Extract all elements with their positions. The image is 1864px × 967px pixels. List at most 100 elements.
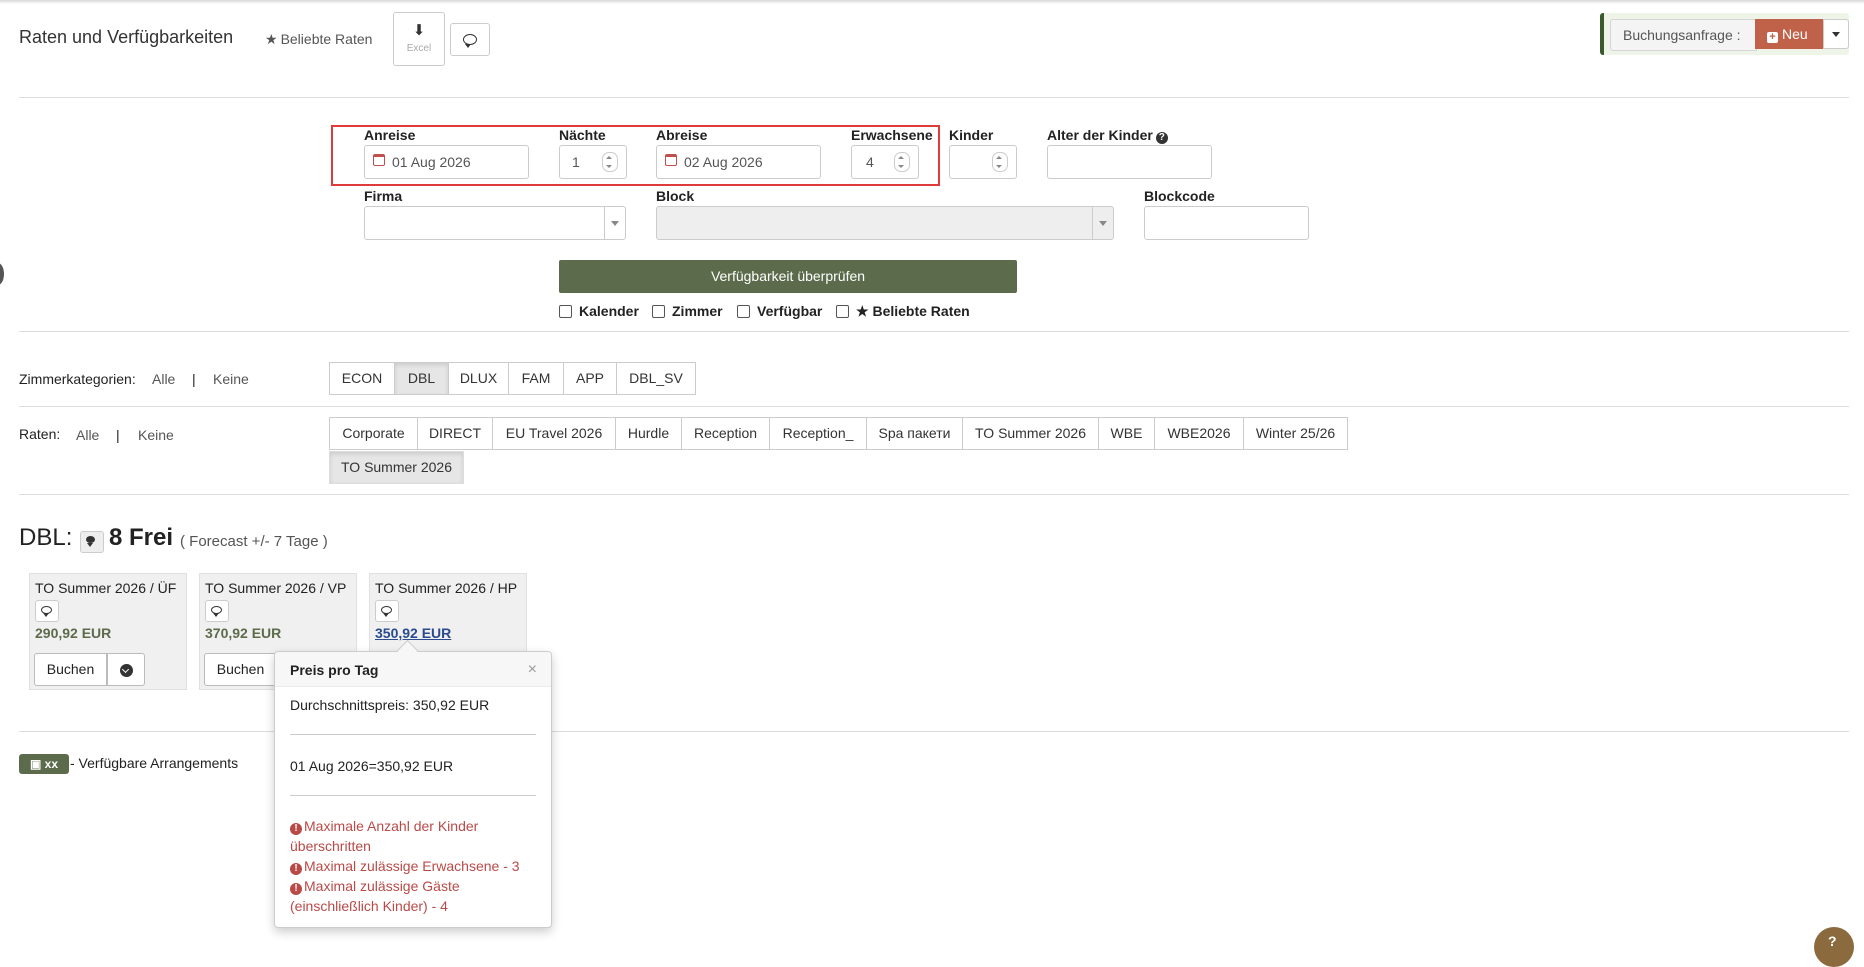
spinner-icon[interactable] [992, 152, 1008, 172]
chevron-circle-down-icon [120, 664, 133, 677]
rate-eu-travel-2026[interactable]: EU Travel 2026 [492, 417, 616, 450]
block-select[interactable] [656, 206, 1114, 240]
children-age-input[interactable] [1047, 145, 1212, 179]
room-category-econ[interactable]: ECON [329, 362, 395, 395]
room-category-app[interactable]: APP [563, 362, 617, 395]
rate-card-price: 370,92 EUR [205, 625, 282, 641]
page-title: Raten und Verfügbarkeiten [19, 27, 234, 47]
calendar-icon [373, 154, 385, 166]
children-stepper[interactable] [949, 145, 1017, 179]
arrangements-badge-text: xx [44, 757, 59, 771]
room-categories-all-link[interactable]: Alle [152, 371, 175, 387]
company-label: Firma [364, 188, 403, 204]
comment-icon [211, 606, 222, 617]
book-button[interactable]: Buchen [34, 653, 107, 686]
arrival-date-value: 01 Aug 2026 [392, 154, 471, 170]
checkbox-box[interactable] [737, 305, 750, 318]
rate-reception-underscore[interactable]: Reception_ [769, 417, 867, 450]
rate-wbe[interactable]: WBE [1098, 417, 1155, 450]
children-label: Kinder [949, 127, 994, 143]
checkbox-available[interactable]: Verfügbar [737, 303, 822, 319]
rates-all-link[interactable]: Alle [76, 427, 99, 443]
rate-card-price: 290,92 EUR [35, 625, 112, 641]
departure-label: Abreise [656, 127, 708, 143]
rate-to-summer-2026[interactable]: TO Summer 2026 [962, 417, 1099, 450]
blockcode-label: Blockcode [1144, 188, 1215, 204]
book-options-button[interactable] [107, 653, 145, 686]
question-circle-icon[interactable]: ? [1155, 132, 1168, 144]
side-panel-handle[interactable] [0, 263, 4, 285]
warning-text: Maximale Anzahl der Kinder überschritten [290, 818, 479, 854]
rate-card: TO Summer 2026 / ÜF 290,92 EUR Buchen [29, 573, 187, 690]
help-button[interactable] [1814, 927, 1854, 967]
forecast-link[interactable]: ( Forecast +/- 7 Tage ) [180, 533, 328, 550]
rate-comment-button[interactable] [35, 600, 59, 622]
checkbox-box[interactable] [836, 305, 849, 318]
divider [19, 494, 1849, 495]
booking-dropdown-toggle[interactable] [1823, 19, 1849, 49]
chevron-down-icon [604, 207, 625, 239]
comment-icon [86, 536, 95, 547]
rate-comment-button[interactable] [375, 600, 399, 622]
free-count-value: 8 Frei [109, 524, 174, 551]
excel-export-button[interactable]: ⬇ Excel [393, 12, 445, 66]
checkbox-calendar[interactable]: Kalender [559, 303, 639, 319]
adults-stepper[interactable]: 4 [851, 145, 919, 179]
check-availability-button[interactable]: Verfügbarkeit überprüfen [559, 260, 1017, 293]
rates-label: Raten: [19, 426, 61, 442]
company-select[interactable] [364, 206, 626, 240]
booking-request-label-box: Buchungsanfrage : [1610, 19, 1757, 51]
arrival-label: Anreise [364, 127, 416, 143]
book-button[interactable]: Buchen [204, 653, 277, 686]
checkbox-rooms[interactable]: Zimmer [652, 303, 723, 319]
rate-spa-packages[interactable]: Spa пакети [866, 417, 963, 450]
spinner-icon[interactable] [894, 152, 910, 172]
rate-active-selection[interactable]: TO Summer 2026 [329, 451, 464, 484]
checkbox-favorite-rates[interactable]: ★ Beliebte Raten [836, 303, 970, 320]
comment-icon [41, 606, 52, 617]
children-age-label: Alter der Kinder [1047, 127, 1153, 143]
favorite-rates-link[interactable]: ★ Beliebte Raten [265, 31, 372, 48]
checkbox-box[interactable] [559, 305, 572, 318]
spinner-icon[interactable] [602, 152, 618, 172]
room-category-dbl[interactable]: DBL [394, 362, 449, 395]
top-shadow [0, 0, 1864, 4]
warning-max-children: ! Maximale Anzahl der Kinder überschritte… [290, 816, 540, 856]
excel-label: Excel [406, 43, 432, 54]
category-comment-button[interactable] [80, 531, 104, 553]
arrival-date-input[interactable]: 01 Aug 2026 [364, 145, 529, 179]
rate-winter-25-26[interactable]: Winter 25/26 [1243, 417, 1348, 450]
rate-corporate[interactable]: Corporate [329, 417, 418, 450]
new-booking-button[interactable]: + Neu [1755, 19, 1823, 49]
blockcode-input[interactable] [1144, 206, 1309, 240]
rate-comment-button[interactable] [205, 600, 229, 622]
departure-date-input[interactable]: 02 Aug 2026 [656, 145, 821, 179]
children-age-label-wrap: Alter der Kinder? [1047, 127, 1168, 144]
star-icon: ★ [856, 303, 873, 319]
nights-label: Nächte [559, 127, 606, 143]
rate-card-price-link[interactable]: 350,92 EUR [375, 625, 451, 641]
rates-none-link[interactable]: Keine [138, 427, 174, 443]
rate-reception[interactable]: Reception [681, 417, 770, 450]
room-category-dbl-sv[interactable]: DBL_SV [616, 362, 696, 395]
room-category-dlux[interactable]: DLUX [448, 362, 509, 395]
rate-wbe2026[interactable]: WBE2026 [1154, 417, 1244, 450]
checkbox-box[interactable] [652, 305, 665, 318]
comment-icon [463, 34, 477, 48]
nights-value: 1 [572, 154, 580, 170]
comment-button[interactable] [450, 23, 490, 56]
gift-icon: ▣ [29, 757, 45, 771]
star-icon: ★ [265, 31, 278, 47]
nights-stepper[interactable]: 1 [559, 145, 627, 179]
rate-direct[interactable]: DIRECT [417, 417, 493, 450]
separator: | [192, 371, 196, 387]
rate-hurdle[interactable]: Hurdle [615, 417, 682, 450]
availability-heading: DBL: [19, 524, 72, 552]
room-categories-none-link[interactable]: Keine [213, 371, 249, 387]
exclamation-circle-icon: ! [290, 823, 302, 835]
average-price: Durchschnittspreis: 350,92 EUR [290, 697, 490, 713]
separator: | [116, 427, 120, 443]
popover-header: Preis pro Tag × [275, 652, 551, 687]
close-icon[interactable]: × [528, 661, 537, 679]
room-category-fam[interactable]: FAM [508, 362, 564, 395]
